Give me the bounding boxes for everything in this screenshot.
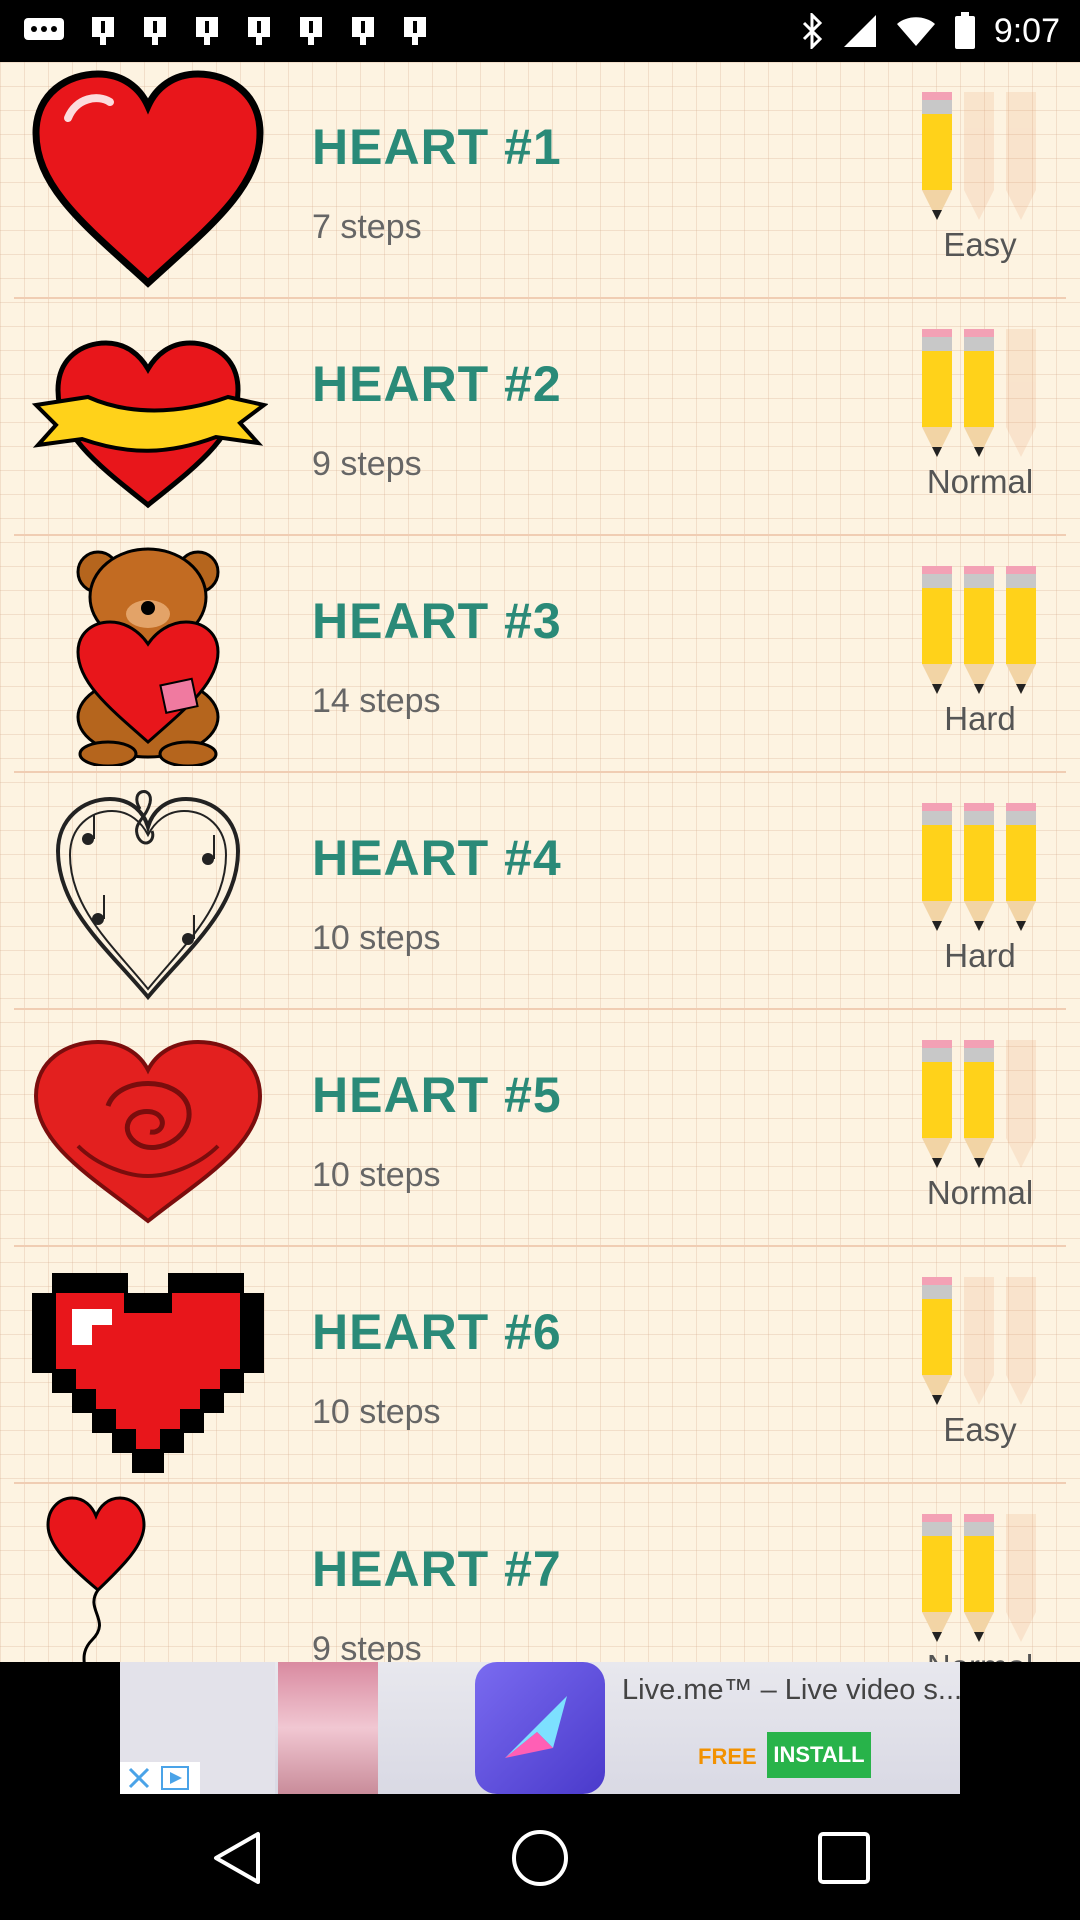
item-title: HEART #1 bbox=[312, 119, 562, 175]
item-title: HEART #7 bbox=[312, 1541, 562, 1597]
back-icon[interactable] bbox=[206, 1826, 270, 1890]
pencil-rating-icon bbox=[922, 329, 1036, 457]
list-item-heart-1[interactable]: HEART #1 7 steps Easy bbox=[0, 62, 1080, 299]
pencil-rating-icon bbox=[922, 92, 1036, 220]
app-notification-icon bbox=[248, 17, 270, 45]
pixel-heart-icon bbox=[32, 1273, 264, 1473]
music-notes-heart-icon bbox=[55, 790, 241, 1001]
notification-icons bbox=[0, 15, 430, 47]
list-item-heart-5[interactable]: HEART #5 10 steps Normal bbox=[0, 1010, 1080, 1247]
ad-banner[interactable]: Live.me™ – Live video s... FREE INSTALL bbox=[120, 1662, 960, 1794]
adchoices-icon[interactable] bbox=[160, 1765, 190, 1791]
app-notification-icon bbox=[300, 17, 322, 45]
item-title: HEART #2 bbox=[312, 356, 562, 412]
list-item-heart-7[interactable]: HEART #7 9 steps Normal bbox=[0, 1484, 1080, 1662]
bluetooth-icon bbox=[802, 13, 822, 49]
item-steps: 7 steps bbox=[312, 208, 422, 246]
ad-free-label: FREE bbox=[698, 1744, 757, 1769]
status-time: 9:07 bbox=[993, 11, 1060, 50]
home-icon[interactable] bbox=[508, 1826, 572, 1890]
rose-heart-icon bbox=[33, 1039, 263, 1224]
item-title: HEART #4 bbox=[312, 830, 562, 886]
app-notification-icon bbox=[196, 17, 218, 45]
item-difficulty: Easy bbox=[943, 1411, 1017, 1448]
item-steps: 10 steps bbox=[312, 1156, 441, 1194]
list-item-heart-2[interactable]: HEART #2 9 steps Normal bbox=[0, 299, 1080, 536]
app-notification-icon bbox=[144, 17, 166, 45]
ad-controls bbox=[120, 1762, 200, 1794]
item-title: HEART #5 bbox=[312, 1067, 562, 1123]
item-steps: 10 steps bbox=[312, 919, 441, 957]
navigation-bar bbox=[0, 1794, 1080, 1920]
item-difficulty: Hard bbox=[944, 937, 1016, 974]
red-heart-icon bbox=[32, 70, 264, 288]
heart-list[interactable]: HEART #1 7 steps Easy HEART #2 9 steps N… bbox=[0, 62, 1080, 1662]
app-notification-icon bbox=[404, 17, 426, 45]
battery-icon bbox=[954, 12, 975, 49]
install-button[interactable]: INSTALL bbox=[767, 1732, 871, 1778]
signal-icon bbox=[843, 15, 876, 47]
pencil-rating-icon bbox=[922, 1277, 1036, 1405]
pencil-rating-icon bbox=[922, 803, 1036, 931]
item-difficulty: Normal bbox=[926, 1174, 1034, 1211]
item-steps: 9 steps bbox=[312, 445, 422, 483]
pencil-rating-icon bbox=[922, 1514, 1036, 1642]
status-bar: 9:07 bbox=[0, 0, 1080, 62]
ad-app-icon[interactable] bbox=[475, 1662, 605, 1794]
heart-balloon-icon bbox=[46, 1496, 146, 1662]
list-item-heart-3[interactable]: HEART #3 14 steps Hard bbox=[0, 536, 1080, 773]
item-difficulty: Normal bbox=[880, 1648, 1080, 1662]
teddy-bear-heart-icon bbox=[76, 547, 220, 766]
item-difficulty: Hard bbox=[944, 700, 1016, 737]
ad-photo bbox=[278, 1662, 378, 1794]
ad-title: Live.me™ – Live video s... bbox=[622, 1674, 960, 1706]
item-title: HEART #3 bbox=[312, 593, 562, 649]
item-steps: 14 steps bbox=[312, 682, 441, 720]
list-item-heart-6[interactable]: HEART #6 10 steps Easy bbox=[0, 1247, 1080, 1484]
wifi-icon bbox=[896, 17, 935, 46]
close-icon[interactable] bbox=[126, 1765, 152, 1791]
app-notification-icon bbox=[352, 17, 374, 45]
heart-with-banner-icon bbox=[31, 340, 268, 509]
item-title: HEART #6 bbox=[312, 1304, 562, 1360]
item-steps: 9 steps bbox=[312, 1630, 422, 1662]
pencil-rating-icon bbox=[922, 566, 1036, 694]
livestream-star-icon bbox=[505, 1696, 567, 1758]
item-steps: 10 steps bbox=[312, 1393, 441, 1431]
item-difficulty: Easy bbox=[943, 226, 1017, 263]
system-icons: 9:07 bbox=[800, 12, 1080, 51]
pencil-rating-icon bbox=[922, 1040, 1036, 1168]
recents-icon[interactable] bbox=[812, 1826, 876, 1890]
messages-icon bbox=[24, 18, 64, 40]
list-item-heart-4[interactable]: HEART #4 10 steps Hard bbox=[0, 773, 1080, 1010]
app-notification-icon bbox=[92, 17, 114, 45]
item-difficulty: Normal bbox=[926, 463, 1034, 500]
